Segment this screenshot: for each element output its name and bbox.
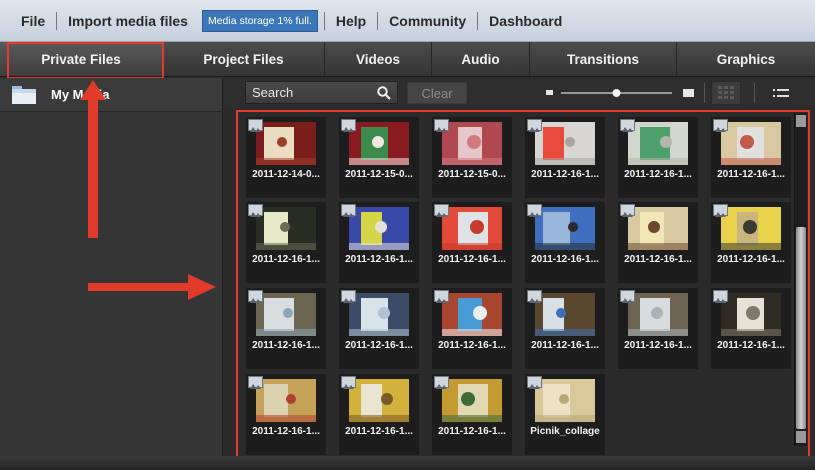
menu-file[interactable]: File [10,13,56,29]
folder-icon [12,85,36,104]
zoom-slider[interactable] [546,86,696,100]
list-view-button[interactable] [769,81,793,105]
tab-audio[interactable]: Audio [432,42,530,76]
tab-project-files[interactable]: Project Files [163,42,325,76]
bottom-status-bar [0,456,815,470]
zoom-in-icon [683,89,694,97]
grid-view-icon [718,86,734,99]
zoom-out-icon [546,90,553,95]
clear-button[interactable]: Clear [407,82,467,104]
list-view-icon [773,89,789,97]
annotation-arrow-right [88,274,216,300]
annotation-arrow-up [80,80,106,238]
menu-community[interactable]: Community [378,13,477,29]
storage-status-badge: Media storage 1% full. [201,9,318,32]
menu-help[interactable]: Help [325,13,377,29]
menu-import-media[interactable]: Import media files [57,13,199,29]
sidebar-item-my-media[interactable]: My Media [0,78,222,112]
vertical-scrollbar[interactable] [794,113,807,446]
grid-view-button[interactable] [711,81,741,105]
scroll-down-button[interactable] [796,431,806,443]
media-grid-highlight [236,110,810,460]
search-field[interactable] [245,81,398,104]
top-menu-bar: File Import media files Media storage 1%… [0,0,815,42]
media-sidebar: My Media [0,78,223,456]
private-files-highlight [7,42,164,79]
search-icon[interactable] [377,86,391,100]
search-input[interactable] [252,85,372,100]
scroll-thumb[interactable] [796,227,806,429]
menu-dashboard[interactable]: Dashboard [478,13,573,29]
zoom-slider-knob [612,89,621,97]
media-toolbar: Clear [224,78,815,108]
tab-transitions[interactable]: Transitions [530,42,677,76]
tab-videos[interactable]: Videos [325,42,432,76]
tab-graphics[interactable]: Graphics [677,42,815,76]
scroll-up-button[interactable] [796,115,806,127]
